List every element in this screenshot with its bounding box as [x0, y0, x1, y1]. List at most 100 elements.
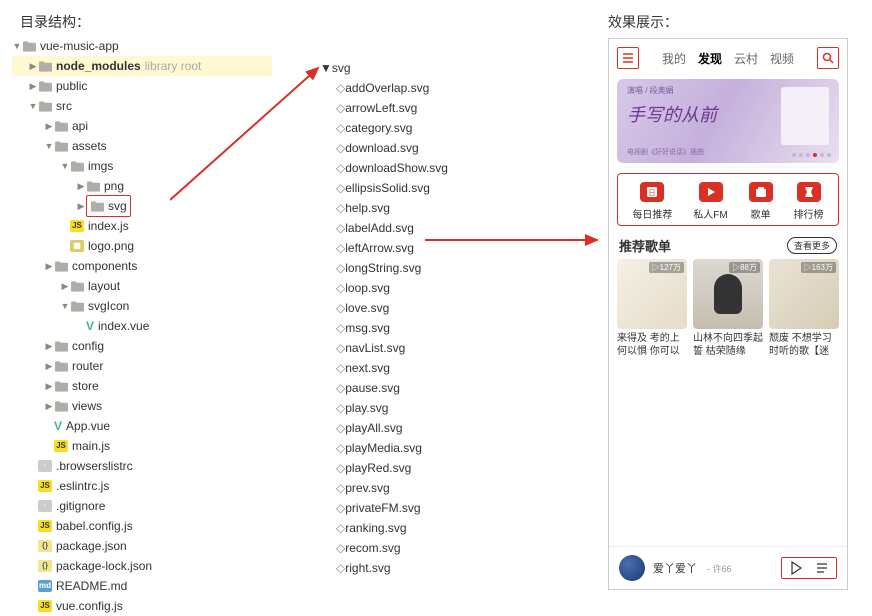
js-file-icon: JS	[38, 520, 52, 532]
svg-file-icon: ◇	[336, 358, 345, 378]
tree-item[interactable]: ◇loop.svg	[320, 278, 500, 298]
quick-item-0[interactable]: 日每日推荐	[632, 182, 672, 221]
tree-item[interactable]: ◇labelAdd.svg	[320, 218, 500, 238]
quick-item-3[interactable]: 排行榜	[794, 182, 824, 221]
tree-item[interactable]: ◇download.svg	[320, 138, 500, 158]
playlist-card[interactable]: ▷88万山林不向四季起誓 枯荣随缘	[693, 259, 763, 358]
tree-item[interactable]: ◇prev.svg	[320, 478, 500, 498]
tab-0[interactable]: 我的	[662, 50, 686, 67]
tree-item[interactable]: ▶store	[12, 376, 272, 396]
tree-item[interactable]: ◇msg.svg	[320, 318, 500, 338]
json-file-icon: {}	[38, 540, 52, 552]
tree-item[interactable]: ◇addOverlap.svg	[320, 78, 500, 98]
svg-file-icon: ◇	[336, 338, 345, 358]
tree-item[interactable]: ◇playMedia.svg	[320, 438, 500, 458]
tree-item[interactable]: ◇pause.svg	[320, 378, 500, 398]
quick-icon	[699, 182, 723, 202]
quick-icon: 日	[640, 182, 664, 202]
tree-item[interactable]: ◇ellipsisSolid.svg	[320, 178, 500, 198]
tree-item[interactable]: ▶api	[12, 116, 272, 136]
more-button[interactable]: 查看更多	[787, 237, 837, 254]
quick-icon	[749, 182, 773, 202]
tab-3[interactable]: 视频	[770, 50, 794, 67]
song-artist: - 许66	[707, 562, 732, 575]
tree-item[interactable]: ▶router	[12, 356, 272, 376]
tree-item[interactable]: ▼svgIcon	[12, 296, 272, 316]
tree-item[interactable]: ◇downloadShow.svg	[320, 158, 500, 178]
tree-item[interactable]: ▦logo.png	[12, 236, 272, 256]
tree-item[interactable]: ▶views	[12, 396, 272, 416]
folder-icon	[54, 339, 68, 353]
recommend-header: 推荐歌单 查看更多	[619, 236, 837, 255]
tree-item[interactable]: ◇privateFM.svg	[320, 498, 500, 518]
tree-item[interactable]: ◇playRed.svg	[320, 458, 500, 478]
tree-item[interactable]: ▶components	[12, 256, 272, 276]
playlist-card[interactable]: ▷163万颓废 不想学习时听的歌【迷	[769, 259, 839, 358]
svg-file-icon: ◇	[336, 118, 345, 138]
folder-icon	[22, 39, 36, 53]
tree-item[interactable]: mdREADME.md	[12, 576, 272, 596]
tree-item[interactable]: ·.gitignore	[12, 496, 272, 516]
tab-1[interactable]: 发现	[698, 50, 722, 67]
tree-item[interactable]: ◇right.svg	[320, 558, 500, 578]
tree-item[interactable]: JSvue.config.js	[12, 596, 272, 616]
playlist-icon[interactable]	[814, 560, 830, 576]
tree-item[interactable]: {}package.json	[12, 536, 272, 556]
quick-label: 每日推荐	[632, 206, 672, 221]
tree-item[interactable]: ▼imgs	[12, 156, 272, 176]
quick-icon	[797, 182, 821, 202]
tree-item[interactable]: ·.browserslistrc	[12, 456, 272, 476]
folder-icon	[38, 59, 52, 73]
svg-file-icon: ◇	[336, 198, 345, 218]
quick-item-2[interactable]: 歌单	[749, 182, 773, 221]
tree-item[interactable]: ◇help.svg	[320, 198, 500, 218]
tree-item[interactable]: ▶layout	[12, 276, 272, 296]
tree-item[interactable]: VApp.vue	[12, 416, 272, 436]
tree-item[interactable]: ▶config	[12, 336, 272, 356]
tree-item[interactable]: ▼assets	[12, 136, 272, 156]
tree-item[interactable]: ▼vue-music-app	[12, 36, 272, 56]
player-bar[interactable]: 爱丫爱丫 - 许66	[609, 546, 847, 589]
tree-item[interactable]: ◇category.svg	[320, 118, 500, 138]
tree-item[interactable]: ▶svg	[12, 196, 272, 216]
folder-icon	[54, 359, 68, 373]
tree-item[interactable]: ◇playAll.svg	[320, 418, 500, 438]
tree-item[interactable]: ◇recom.svg	[320, 538, 500, 558]
tree-item[interactable]: JSbabel.config.js	[12, 516, 272, 536]
tree-item[interactable]: JSmain.js	[12, 436, 272, 456]
tree-item[interactable]: ◇longString.svg	[320, 258, 500, 278]
tree-item[interactable]: JS.eslintrc.js	[12, 476, 272, 496]
svg-folder-tree: ▼svg◇addOverlap.svg◇arrowLeft.svg◇catego…	[320, 58, 500, 578]
tree-item[interactable]: JSindex.js	[12, 216, 272, 236]
tree-item[interactable]: ▶node_moduleslibrary root	[12, 56, 272, 76]
playlist-card[interactable]: ▷127万来得及 考的上 何以惧 你可以	[617, 259, 687, 358]
project-tree: ▼vue-music-app▶node_moduleslibrary root▶…	[12, 36, 272, 616]
quick-label: 歌单	[751, 206, 771, 221]
tree-item[interactable]: ◇arrowLeft.svg	[320, 98, 500, 118]
tree-item[interactable]: ▶png	[12, 176, 272, 196]
tree-item[interactable]: ◇love.svg	[320, 298, 500, 318]
menu-icon[interactable]	[617, 47, 639, 69]
play-icon[interactable]	[788, 560, 804, 576]
tree-item[interactable]: ◇next.svg	[320, 358, 500, 378]
tab-2[interactable]: 云村	[734, 50, 758, 67]
quick-item-1[interactable]: 私人FM	[693, 182, 727, 221]
tree-item[interactable]: ◇ranking.svg	[320, 518, 500, 538]
svg-file-icon: ◇	[336, 178, 345, 198]
tree-item[interactable]: ▶public	[12, 76, 272, 96]
playlist-cover: ▷88万	[693, 259, 763, 329]
play-count: ▷163万	[801, 262, 836, 273]
tree-item[interactable]: ▼svg	[320, 58, 500, 78]
tree-item[interactable]: ◇navList.svg	[320, 338, 500, 358]
recommend-title: 推荐歌单	[619, 236, 671, 255]
tree-item[interactable]: {}package-lock.json	[12, 556, 272, 576]
banner[interactable]: 演唱 / 段奥娟 手写的从前 电视剧《好好说话》插曲	[617, 79, 839, 163]
tree-item[interactable]: ◇play.svg	[320, 398, 500, 418]
search-icon[interactable]	[817, 47, 839, 69]
tree-item[interactable]: ◇leftArrow.svg	[320, 238, 500, 258]
svg-file-icon: ◇	[336, 298, 345, 318]
playlist-caption: 来得及 考的上 何以惧 你可以	[617, 332, 687, 358]
tree-item[interactable]: Vindex.vue	[12, 316, 272, 336]
tree-item[interactable]: ▼src	[12, 96, 272, 116]
svg-file-icon: ◇	[336, 498, 345, 518]
